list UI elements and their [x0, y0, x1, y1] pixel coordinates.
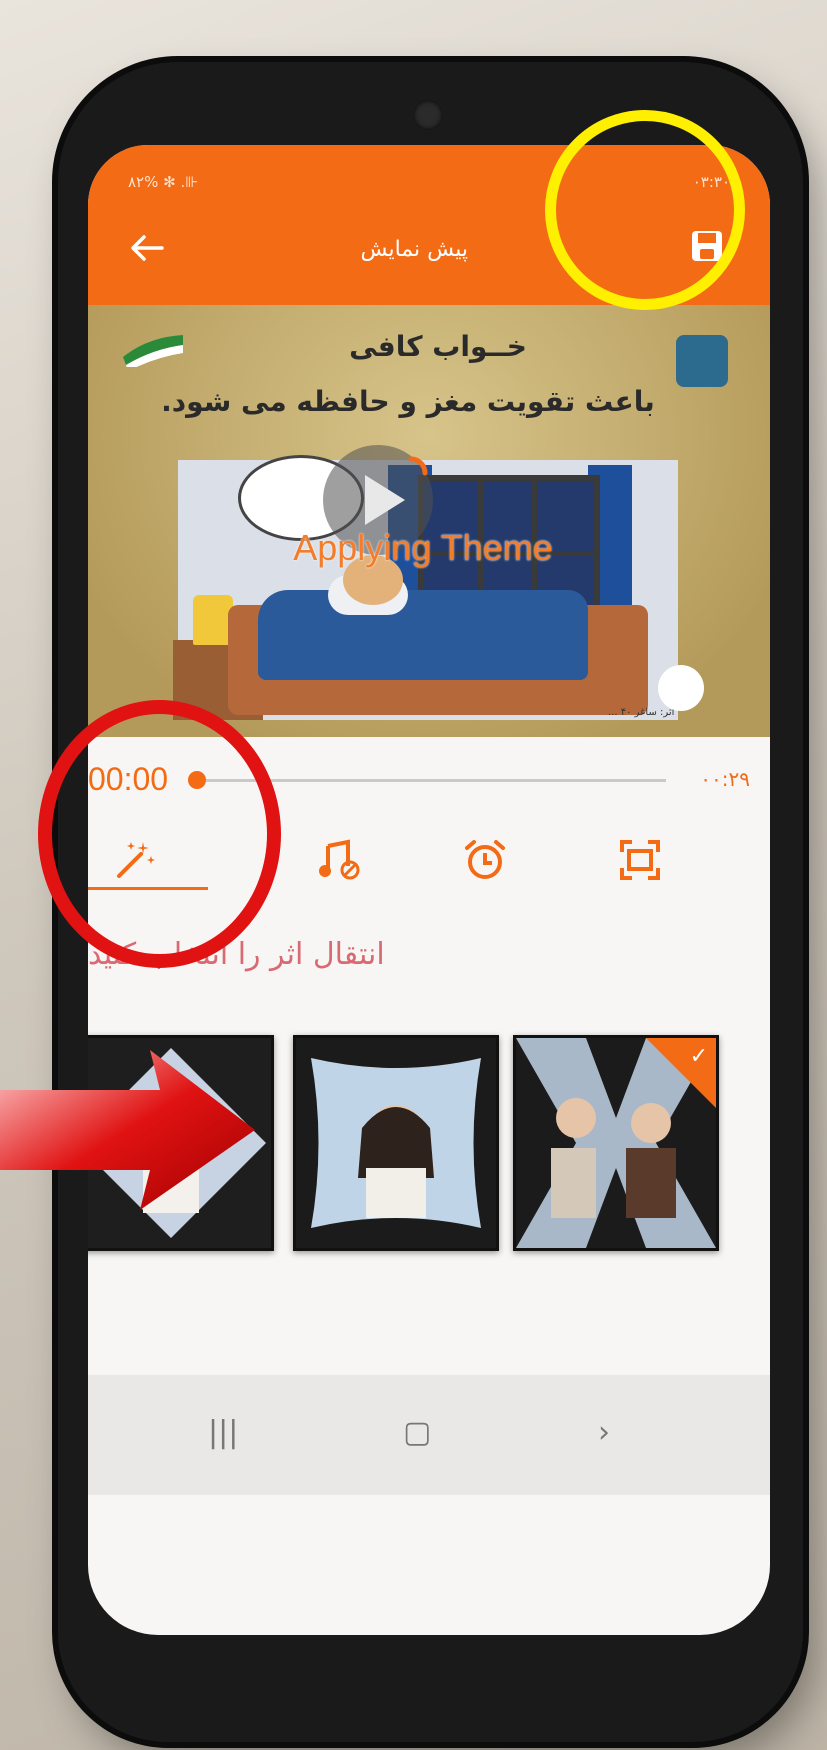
music-note-icon	[319, 839, 360, 880]
highlight-circle-red	[38, 700, 281, 968]
preview-subline: باعث تقویت مغز و حافظه می شود.	[161, 385, 655, 418]
annotation-arrow-icon	[0, 1050, 255, 1210]
transition-curved-frame[interactable]	[293, 1035, 499, 1251]
transition-curved-thumb	[296, 1038, 496, 1248]
blanket	[258, 590, 588, 680]
channel-logo	[676, 335, 728, 387]
image-credit: اثر: ساغر ۴۰ ...	[608, 707, 675, 718]
applying-theme-label: Applying Theme	[293, 527, 553, 568]
alarm-clock-icon	[465, 840, 505, 879]
loading-spinner-icon	[408, 456, 428, 476]
tab-ratio[interactable]	[573, 820, 713, 910]
video-preview[interactable]: خــواب کافی باعث تقویت مغز و حافظه می شو…	[88, 305, 770, 737]
home-icon[interactable]: ▢	[403, 1415, 431, 1450]
seek-track[interactable]	[206, 779, 666, 782]
floating-dot	[658, 665, 704, 711]
transition-x-split[interactable]: ✓	[513, 1035, 719, 1251]
preview-headline: خــواب کافی	[349, 330, 527, 363]
flag-image	[123, 335, 183, 367]
back-arrow-icon[interactable]	[128, 233, 164, 263]
system-nav-bar: ||| ▢ ›	[88, 1375, 770, 1495]
tab-duration[interactable]	[418, 820, 558, 910]
recents-icon[interactable]: |||	[208, 1415, 238, 1450]
back-icon[interactable]: ›	[598, 1415, 610, 1450]
time-total: ۰۰:۲۹	[700, 767, 750, 791]
crop-frame-icon	[620, 840, 660, 880]
check-icon: ✓	[689, 1044, 708, 1069]
status-left: ۸۲% ✻ .⊪	[128, 173, 199, 191]
lamp	[193, 595, 233, 645]
highlight-circle-yellow	[545, 110, 745, 310]
tab-music[interactable]	[273, 820, 413, 910]
page-title: پیش نمایش	[360, 237, 468, 262]
front-camera	[413, 100, 443, 130]
